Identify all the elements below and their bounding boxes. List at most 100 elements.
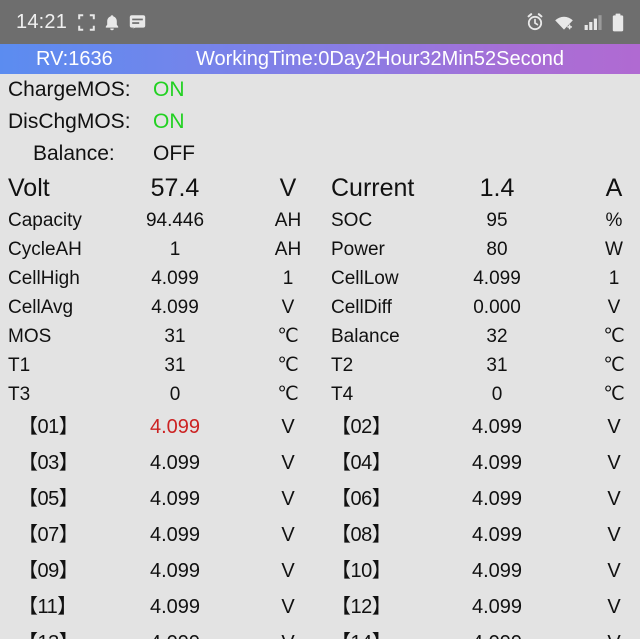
cell-voltage-value: 4.099 bbox=[149, 416, 201, 438]
metric-unit: ℃ bbox=[603, 355, 625, 376]
title-bar: RV:1636 WorkingTime:0Day2Hour32Min52Seco… bbox=[0, 44, 640, 74]
metric-unit: W bbox=[605, 239, 623, 260]
metric-unit: ℃ bbox=[603, 326, 625, 347]
metric-value: 57.4 bbox=[150, 174, 200, 202]
cell-voltage-unit: V bbox=[281, 452, 295, 474]
metric-unit: V bbox=[607, 297, 621, 318]
cell-voltage-value: 4.099 bbox=[471, 488, 523, 510]
cell-index-label: 【01】 bbox=[18, 416, 79, 438]
working-time-label: WorkingTime:0Day2Hour32Min52Second bbox=[196, 47, 564, 70]
cell-voltage-unit: V bbox=[607, 524, 621, 546]
cell-index-label: 【08】 bbox=[331, 524, 392, 546]
metric-label: T3 bbox=[8, 384, 31, 405]
metric-row: CellAvg 4.099 V CellDiff 0.000 V bbox=[0, 293, 640, 322]
rv-label: RV:1636 bbox=[36, 47, 113, 70]
cell-voltage-value: 4.099 bbox=[149, 524, 201, 546]
cell-index-label: 【03】 bbox=[18, 452, 79, 474]
metric-value: 94.446 bbox=[145, 210, 205, 231]
android-status-bar: 14:21 bbox=[0, 0, 640, 44]
metric-unit: 1 bbox=[282, 268, 294, 289]
metric-value: 4.099 bbox=[151, 268, 199, 289]
cell-index-label: 【05】 bbox=[18, 488, 79, 510]
metric-label: T1 bbox=[8, 355, 31, 376]
cell-voltage-value: 4.099 bbox=[471, 524, 523, 546]
metric-value: 0 bbox=[169, 384, 181, 405]
cell-index-label: 【11】 bbox=[18, 596, 77, 618]
cell-voltage-value: 4.099 bbox=[110, 625, 240, 639]
charge-mos-value: ON bbox=[153, 78, 185, 101]
cell-voltage-unit: V bbox=[281, 560, 295, 582]
cell-voltage-value: 4.099 bbox=[471, 452, 523, 474]
cell-voltage-list: 【01】 4.099 V 【02】 4.099 V 【03】 4.099 V 【04】 4.099 V… bbox=[0, 409, 640, 639]
metric-label: T2 bbox=[331, 355, 354, 376]
cell-index-label: 【07】 bbox=[18, 524, 79, 546]
metric-label: Current bbox=[331, 174, 415, 202]
cell-voltage-value: 4.099 bbox=[471, 560, 523, 582]
cell-voltage-unit: V bbox=[607, 488, 621, 510]
cell-voltage-unit: V bbox=[607, 452, 621, 474]
cell-voltage-row: 【11】 4.099 V 【12】 4.099 V bbox=[0, 589, 640, 625]
metric-row: MOS 31 ℃ Balance 32 ℃ bbox=[0, 322, 640, 351]
metric-label: SOC bbox=[331, 210, 373, 231]
metric-label: CellLow bbox=[331, 268, 399, 289]
metric-value: 0 bbox=[491, 384, 503, 405]
metric-unit: V bbox=[281, 297, 295, 318]
metric-unit: AH bbox=[274, 239, 302, 260]
cell-voltage-value: 4.099 bbox=[149, 488, 201, 510]
metric-row: T3 0 ℃ T4 0 ℃ bbox=[0, 380, 640, 409]
metric-value: 80 bbox=[486, 239, 508, 260]
bms-data-panel: ChargeMOS: ON DisChgMOS: ON Balance: OFF… bbox=[0, 74, 640, 639]
balance-label: Balance: bbox=[33, 142, 115, 165]
cell-voltage-unit: V bbox=[596, 625, 632, 639]
metric-row: T1 31 ℃ T2 31 ℃ bbox=[0, 351, 640, 380]
charge-mos-row: ChargeMOS: ON bbox=[0, 74, 640, 106]
metric-value: 0.000 bbox=[473, 297, 521, 318]
metric-unit: AH bbox=[274, 210, 302, 231]
metric-label: Capacity bbox=[8, 210, 82, 231]
bell-icon bbox=[104, 14, 120, 31]
cell-index-label: 【02】 bbox=[331, 416, 392, 438]
cell-index-label: 【14】 bbox=[331, 625, 392, 639]
cell-voltage-value: 4.099 bbox=[149, 596, 201, 618]
metric-value: 31 bbox=[164, 326, 186, 347]
metric-value: 4.099 bbox=[151, 297, 199, 318]
app-screen: 14:21 RV:1636 WorkingTime:0Day2Hour32Min… bbox=[0, 0, 640, 639]
metric-label: CellDiff bbox=[331, 297, 392, 318]
cell-voltage-unit: V bbox=[270, 625, 306, 639]
cell-voltage-value: 4.099 bbox=[471, 596, 523, 618]
status-bar-left-group: 14:21 bbox=[16, 11, 146, 34]
metric-value: 32 bbox=[486, 326, 508, 347]
cell-voltage-value: 4.099 bbox=[471, 416, 523, 438]
cell-voltage-unit: V bbox=[607, 560, 621, 582]
battery-icon bbox=[612, 13, 624, 32]
cell-voltage-row: 【09】 4.099 V 【10】 4.099 V bbox=[0, 553, 640, 589]
dischg-mos-value: ON bbox=[153, 110, 185, 133]
metric-unit: ℃ bbox=[277, 384, 299, 405]
dischg-mos-label: DisChgMOS: bbox=[8, 110, 131, 133]
cell-voltage-value: 4.099 bbox=[432, 625, 562, 639]
cell-voltage-unit: V bbox=[281, 524, 295, 546]
signal-icon bbox=[584, 14, 602, 31]
balance-row: Balance: OFF bbox=[0, 138, 640, 170]
metric-value: 1 bbox=[169, 239, 181, 260]
metric-unit: ℃ bbox=[277, 326, 299, 347]
charge-mos-label: ChargeMOS: bbox=[8, 78, 131, 101]
cell-voltage-unit: V bbox=[281, 596, 295, 618]
metric-label: T4 bbox=[331, 384, 354, 405]
metric-label: CellAvg bbox=[8, 297, 74, 318]
cell-voltage-value: 4.099 bbox=[149, 452, 201, 474]
cell-index-label: 【13】 bbox=[18, 625, 79, 639]
metric-unit: % bbox=[605, 210, 623, 231]
metric-row: CellHigh 4.099 1 CellLow 4.099 1 bbox=[0, 264, 640, 293]
metrics-list: Volt 57.4 V Current 1.4 A Capacity 94.446 AH SOC 9… bbox=[0, 170, 640, 409]
metric-label: Volt bbox=[8, 174, 50, 202]
alarm-icon bbox=[526, 13, 544, 31]
cell-index-label: 【10】 bbox=[331, 560, 392, 582]
cell-voltage-row: 【05】 4.099 V 【06】 4.099 V bbox=[0, 481, 640, 517]
metric-value: 31 bbox=[164, 355, 186, 376]
dischg-mos-row: DisChgMOS: ON bbox=[0, 106, 640, 138]
metric-row: Capacity 94.446 AH SOC 95% bbox=[0, 206, 640, 235]
wifi-icon bbox=[554, 14, 574, 31]
balance-value: OFF bbox=[153, 142, 195, 165]
cell-voltage-unit: V bbox=[281, 416, 295, 438]
